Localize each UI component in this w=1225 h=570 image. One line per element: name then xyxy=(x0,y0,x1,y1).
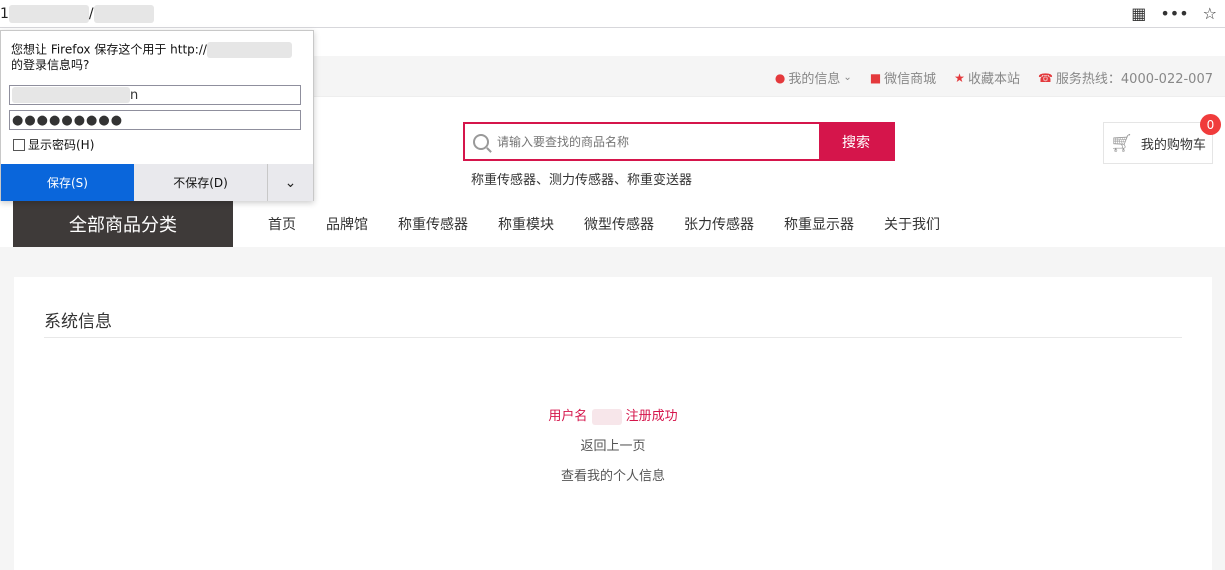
search-icon xyxy=(473,133,489,150)
bookmark-star-icon[interactable]: ☆ xyxy=(1203,4,1217,23)
nav-item-home[interactable]: 首页 xyxy=(253,214,311,234)
popup-actions: 保存(S) 不保存(D) ⌄ xyxy=(1,164,313,201)
search-input[interactable] xyxy=(497,134,797,149)
back-link[interactable]: 返回上一页 xyxy=(14,435,1212,454)
blurred-url-path xyxy=(93,5,154,23)
url-separator: / xyxy=(88,6,94,22)
bookmark-link[interactable]: ★ 收藏本站 xyxy=(954,68,1020,88)
cart-icon: 🛒︎ xyxy=(1110,132,1133,154)
popup-message-line1: 您想让 Firefox 保存这个用于 http:// xyxy=(11,42,207,57)
wechat-mall-link[interactable]: ■ 微信商城 xyxy=(869,68,937,88)
chevron-down-icon: ⌄ xyxy=(843,72,852,83)
blurred-username xyxy=(591,408,622,425)
all-categories-button[interactable]: 全部商品分类 xyxy=(13,201,233,247)
search-box: 搜索 xyxy=(463,122,895,161)
qr-code-icon[interactable]: ▦ xyxy=(1131,4,1146,23)
registration-success-message: 用户名 注册成功 xyxy=(14,405,1212,425)
hotline-label: 服务热线：4000-022-007 xyxy=(1055,72,1213,87)
blurred-url-host xyxy=(8,5,89,23)
user-icon: ● xyxy=(774,70,786,85)
page-title: 系统信息 xyxy=(44,312,112,332)
username-tail: n xyxy=(130,87,139,103)
blurred-username-value xyxy=(12,87,130,103)
success-suffix: 注册成功 xyxy=(625,409,678,424)
nav-items: 首页 品牌馆 称重传感器 称重模块 微型传感器 张力传感器 称重显示器 关于我们 xyxy=(253,201,955,247)
username-label: 用户名 xyxy=(548,409,588,424)
main-nav: 全部商品分类 首页 品牌馆 称重传感器 称重模块 微型传感器 张力传感器 称重显… xyxy=(0,201,1225,247)
nav-item-micro-sensors[interactable]: 微型传感器 xyxy=(569,214,669,234)
phone-icon: ☎ xyxy=(1037,70,1053,85)
cart-button[interactable]: 🛒︎ 我的购物车 xyxy=(1103,122,1213,164)
star-icon: ★ xyxy=(954,70,965,85)
nav-item-about-us[interactable]: 关于我们 xyxy=(869,214,955,234)
blurred-site-url xyxy=(206,42,292,58)
top-links: ● 我的信息 ⌄ ■ 微信商城 ★ 收藏本站 ☎ 服务热线：4000-022-0… xyxy=(774,68,1213,88)
cart-label: 我的购物车 xyxy=(1140,137,1206,153)
cart-count-badge: 0 xyxy=(1200,114,1221,135)
url-text[interactable]: 1/ xyxy=(0,5,154,23)
show-password-checkbox[interactable]: 显示密码(H) xyxy=(13,136,94,153)
username-field[interactable]: n xyxy=(9,85,301,105)
hot-search-words[interactable]: 称重传感器、测力传感器、称重变送器 xyxy=(471,169,692,188)
wechat-icon: ■ xyxy=(869,70,882,85)
bookmark-label: 收藏本站 xyxy=(967,72,1020,87)
page-actions-icon[interactable]: ••• xyxy=(1160,4,1188,23)
nav-item-weighing-modules[interactable]: 称重模块 xyxy=(483,214,569,234)
search-button[interactable]: 搜索 xyxy=(819,124,893,159)
title-divider xyxy=(44,337,1182,338)
nav-item-weighing-sensors[interactable]: 称重传感器 xyxy=(383,214,483,234)
my-info-link[interactable]: ● 我的信息 ⌄ xyxy=(774,68,852,88)
nav-item-brands[interactable]: 品牌馆 xyxy=(311,214,383,234)
nav-item-weighing-displays[interactable]: 称重显示器 xyxy=(769,214,869,234)
chevron-down-icon[interactable]: ⌄ xyxy=(268,164,313,201)
my-info-label: 我的信息 xyxy=(788,72,841,87)
profile-link[interactable]: 查看我的个人信息 xyxy=(14,465,1212,484)
checkbox-icon xyxy=(13,138,25,151)
url-prefix: 1 xyxy=(0,6,9,22)
show-password-label: 显示密码(H) xyxy=(28,138,95,152)
system-info-panel: 系统信息 用户名 注册成功 返回上一页 查看我的个人信息 xyxy=(14,277,1212,570)
password-field[interactable]: ●●●●●●●●● xyxy=(9,110,301,130)
dont-save-button[interactable]: 不保存(D) xyxy=(134,164,268,201)
save-login-popup: 您想让 Firefox 保存这个用于 http:// 的登录信息吗? n ●●●… xyxy=(0,30,314,201)
popup-message: 您想让 Firefox 保存这个用于 http:// 的登录信息吗? xyxy=(11,42,306,73)
popup-message-line2: 的登录信息吗? xyxy=(11,58,90,72)
hotline: ☎ 服务热线：4000-022-007 xyxy=(1037,68,1213,88)
browser-url-bar[interactable]: 1/ ▦ ••• ☆ xyxy=(0,0,1225,28)
save-button[interactable]: 保存(S) xyxy=(1,164,134,201)
search-input-wrap xyxy=(465,124,819,159)
nav-item-tension-sensors[interactable]: 张力传感器 xyxy=(669,214,769,234)
wechat-mall-label: 微信商城 xyxy=(884,72,937,87)
url-bar-icons: ▦ ••• ☆ xyxy=(1131,4,1217,23)
